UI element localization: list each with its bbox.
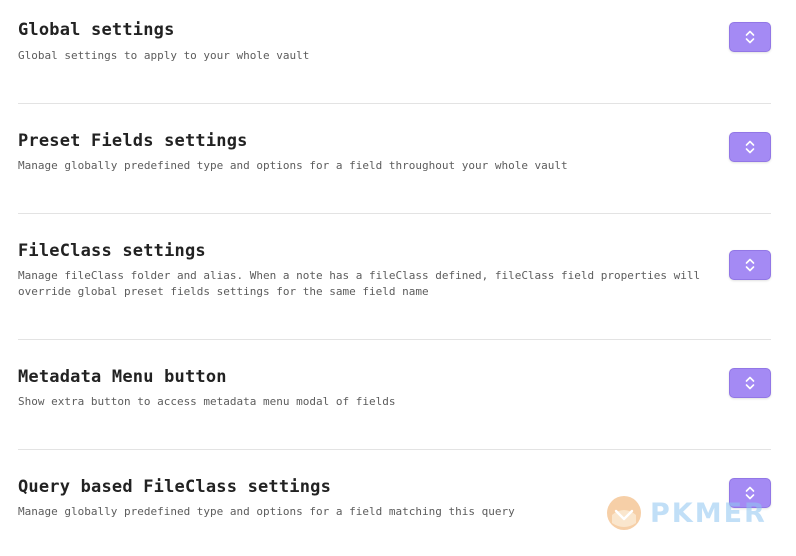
setting-description: Manage globally predefined type and opti… (18, 159, 568, 172)
preset-fields-expand-button[interactable] (729, 132, 771, 162)
setting-description: Manage fileClass folder and alias. When … (18, 269, 701, 298)
setting-item-preset-fields: Preset Fields settings Manage globally p… (18, 104, 771, 214)
setting-info: Metadata Menu button Show extra button t… (18, 340, 718, 410)
setting-title: Global settings (18, 20, 175, 40)
setting-title: Metadata Menu button (18, 367, 227, 387)
setting-info: Preset Fields settings Manage globally p… (18, 104, 718, 174)
chevrons-up-down-icon (745, 140, 755, 154)
setting-item-metadata-menu-button: Metadata Menu button Show extra button t… (18, 340, 771, 450)
setting-item-fileclass: FileClass settings Manage fileClass fold… (18, 214, 771, 340)
chevrons-up-down-icon (745, 376, 755, 390)
setting-description: Global settings to apply to your whole v… (18, 49, 310, 62)
pkmer-watermark: PKMER (604, 492, 784, 534)
setting-title: FileClass settings (18, 241, 206, 261)
watermark-text: PKMER (650, 497, 767, 529)
setting-description: Show extra button to access metadata men… (18, 395, 396, 408)
setting-info: FileClass settings Manage fileClass fold… (18, 214, 718, 300)
metadata-menu-expand-button[interactable] (729, 368, 771, 398)
setting-info: Global settings Global settings to apply… (18, 0, 718, 64)
setting-title: Preset Fields settings (18, 131, 248, 151)
fileclass-expand-button[interactable] (729, 250, 771, 280)
global-settings-expand-button[interactable] (729, 22, 771, 52)
settings-list: Global settings Global settings to apply… (18, 0, 771, 556)
chevrons-up-down-icon (745, 30, 755, 44)
pkmer-logo-icon (607, 496, 641, 530)
setting-item-global: Global settings Global settings to apply… (18, 0, 771, 104)
chevrons-up-down-icon (745, 258, 755, 272)
